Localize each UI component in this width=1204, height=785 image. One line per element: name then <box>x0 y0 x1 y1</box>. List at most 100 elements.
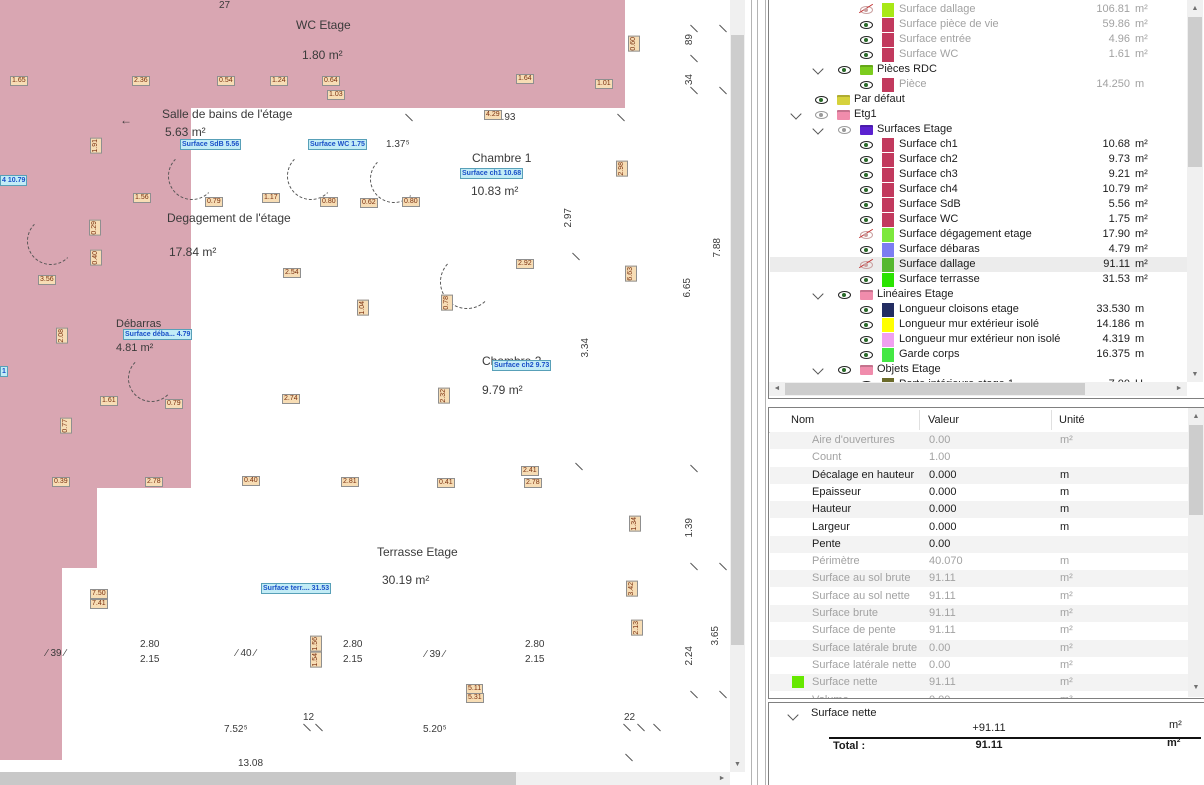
tree-row[interactable]: Surface ch39.21m² <box>770 167 1188 182</box>
property-value[interactable]: 0.00 <box>929 640 950 657</box>
scroll-down-icon[interactable]: ▼ <box>730 757 745 772</box>
property-row[interactable]: Surface latérale nette0.00m² <box>770 657 1188 674</box>
tree-row[interactable]: Surface WC1.61m² <box>770 47 1188 62</box>
tree-row[interactable]: Surface pièce de vie59.86m² <box>770 17 1188 32</box>
plan-vertical-scrollbar-thumb[interactable] <box>731 35 744 645</box>
tree-vertical-scrollbar-thumb[interactable] <box>1188 17 1202 167</box>
property-row[interactable]: Epaisseur0.000m <box>770 484 1188 501</box>
visibility-eye-icon[interactable] <box>815 93 829 107</box>
scroll-right-icon[interactable]: ► <box>1172 382 1186 396</box>
property-row[interactable]: Pente0.00 <box>770 536 1188 553</box>
property-row[interactable]: Aire d'ouvertures0.00m² <box>770 432 1188 449</box>
scroll-down-icon[interactable]: ▼ <box>1188 681 1204 694</box>
property-value[interactable]: 0.000 <box>929 519 957 536</box>
property-value[interactable]: 91.11 <box>929 605 956 622</box>
plan-horizontal-scrollbar-thumb[interactable] <box>0 772 516 785</box>
property-value[interactable]: 91.11 <box>929 674 956 691</box>
property-row[interactable]: Surface au sol brute91.11m² <box>770 570 1188 587</box>
tree-row[interactable]: Longueur mur extérieur isolé14.186m <box>770 317 1188 332</box>
column-divider[interactable] <box>919 410 920 430</box>
tree-row[interactable]: Longueur mur extérieur non isolé4.319m <box>770 332 1188 347</box>
property-row[interactable]: Count1.00 <box>770 449 1188 466</box>
panel-splitter[interactable] <box>765 0 766 785</box>
tree-row[interactable]: Surface débaras4.79m² <box>770 242 1188 257</box>
scroll-up-icon[interactable]: ▲ <box>1188 410 1204 423</box>
property-value[interactable]: 0.00 <box>929 692 950 699</box>
chevron-down-icon[interactable] <box>812 63 823 74</box>
tree-row[interactable]: Surface dégagement etage17.90m² <box>770 227 1188 242</box>
visibility-eye-icon[interactable] <box>860 213 874 227</box>
chevron-down-icon[interactable] <box>812 363 823 374</box>
tree-row[interactable]: Surface SdB5.56m² <box>770 197 1188 212</box>
property-value[interactable]: 0.00 <box>929 432 950 449</box>
tree-row[interactable]: Objets Etage <box>770 362 1188 377</box>
visibility-eye-icon[interactable] <box>838 63 852 77</box>
property-value[interactable]: 91.11 <box>929 570 956 587</box>
visibility-eye-icon[interactable] <box>860 318 874 332</box>
chevron-down-icon[interactable] <box>787 709 798 720</box>
visibility-eye-icon[interactable] <box>860 258 874 272</box>
tree-row[interactable]: Surface dallage106.81m² <box>770 2 1188 17</box>
tree-horizontal-scrollbar-thumb[interactable] <box>785 383 1085 395</box>
tree-row[interactable]: Surface ch29.73m² <box>770 152 1188 167</box>
tree-row[interactable]: Surface dallage91.11m² <box>770 257 1188 272</box>
visibility-eye-icon[interactable] <box>860 153 874 167</box>
scroll-down-icon[interactable]: ▼ <box>1187 368 1203 381</box>
visibility-eye-icon[interactable] <box>860 228 874 242</box>
chevron-down-icon[interactable] <box>812 123 823 134</box>
visibility-eye-icon[interactable] <box>860 303 874 317</box>
tree-row[interactable]: Garde corps16.375m <box>770 347 1188 362</box>
visibility-eye-icon[interactable] <box>815 108 829 122</box>
tree-row[interactable]: Pièce14.250m <box>770 77 1188 92</box>
scroll-up-icon[interactable]: ▲ <box>1187 2 1203 15</box>
property-value[interactable]: 0.000 <box>929 467 957 484</box>
tree-row[interactable]: Surface terrasse31.53m² <box>770 272 1188 287</box>
property-row[interactable]: Surface de pente91.11m² <box>770 622 1188 639</box>
chevron-down-icon[interactable] <box>812 288 823 299</box>
tree-row[interactable]: Par défaut <box>770 92 1188 107</box>
visibility-eye-icon[interactable] <box>860 78 874 92</box>
property-row[interactable]: Décalage en hauteur0.000m <box>770 467 1188 484</box>
visibility-eye-icon[interactable] <box>838 363 852 377</box>
visibility-eye-icon[interactable] <box>860 138 874 152</box>
property-row[interactable]: Hauteur0.000m <box>770 501 1188 518</box>
visibility-eye-icon[interactable] <box>838 288 852 302</box>
property-value[interactable]: 91.11 <box>929 622 956 639</box>
visibility-eye-icon[interactable] <box>860 48 874 62</box>
visibility-eye-icon[interactable] <box>860 168 874 182</box>
scroll-left-icon[interactable]: ◄ <box>770 382 784 396</box>
property-row[interactable]: Surface au sol nette91.11m² <box>770 588 1188 605</box>
property-row[interactable]: Surface brute91.11m² <box>770 605 1188 622</box>
property-row[interactable]: Surface nette91.11m² <box>770 674 1188 691</box>
property-value[interactable]: 91.11 <box>929 588 956 605</box>
property-value[interactable]: 0.00 <box>929 657 950 674</box>
floor-plan-canvas[interactable]: 27WC Etage1.80 m²Salle de bains de l'éta… <box>0 0 730 785</box>
visibility-eye-icon[interactable] <box>838 123 852 137</box>
chevron-down-icon[interactable] <box>790 108 801 119</box>
property-value[interactable]: 0.00 <box>929 536 950 553</box>
property-row[interactable]: Largeur0.000m <box>770 519 1188 536</box>
property-row[interactable]: Surface latérale brute0.00m² <box>770 640 1188 657</box>
visibility-eye-icon[interactable] <box>860 333 874 347</box>
column-divider[interactable] <box>1051 410 1052 430</box>
property-value[interactable]: 1.00 <box>929 449 950 466</box>
visibility-eye-icon[interactable] <box>860 18 874 32</box>
property-value[interactable]: 40.070 <box>929 553 963 570</box>
visibility-eye-icon[interactable] <box>860 198 874 212</box>
visibility-eye-icon[interactable] <box>860 273 874 287</box>
tree-row[interactable]: Pièces RDC <box>770 62 1188 77</box>
tree-row[interactable]: Surface entrée4.96m² <box>770 32 1188 47</box>
visibility-eye-icon[interactable] <box>860 33 874 47</box>
visibility-eye-icon[interactable] <box>860 348 874 362</box>
visibility-eye-icon[interactable] <box>860 243 874 257</box>
property-value[interactable]: 0.000 <box>929 501 957 518</box>
property-value[interactable]: 0.000 <box>929 484 957 501</box>
tree-row[interactable]: Etg1 <box>770 107 1188 122</box>
property-row[interactable]: Volume0.00m³ <box>770 692 1188 699</box>
tree-row[interactable]: Surface ch410.79m² <box>770 182 1188 197</box>
visibility-eye-icon[interactable] <box>860 3 874 17</box>
tree-row[interactable]: Surface WC1.75m² <box>770 212 1188 227</box>
tree-row[interactable]: Surface ch110.68m² <box>770 137 1188 152</box>
property-row[interactable]: Périmètre40.070m <box>770 553 1188 570</box>
panel-splitter[interactable] <box>751 0 752 785</box>
